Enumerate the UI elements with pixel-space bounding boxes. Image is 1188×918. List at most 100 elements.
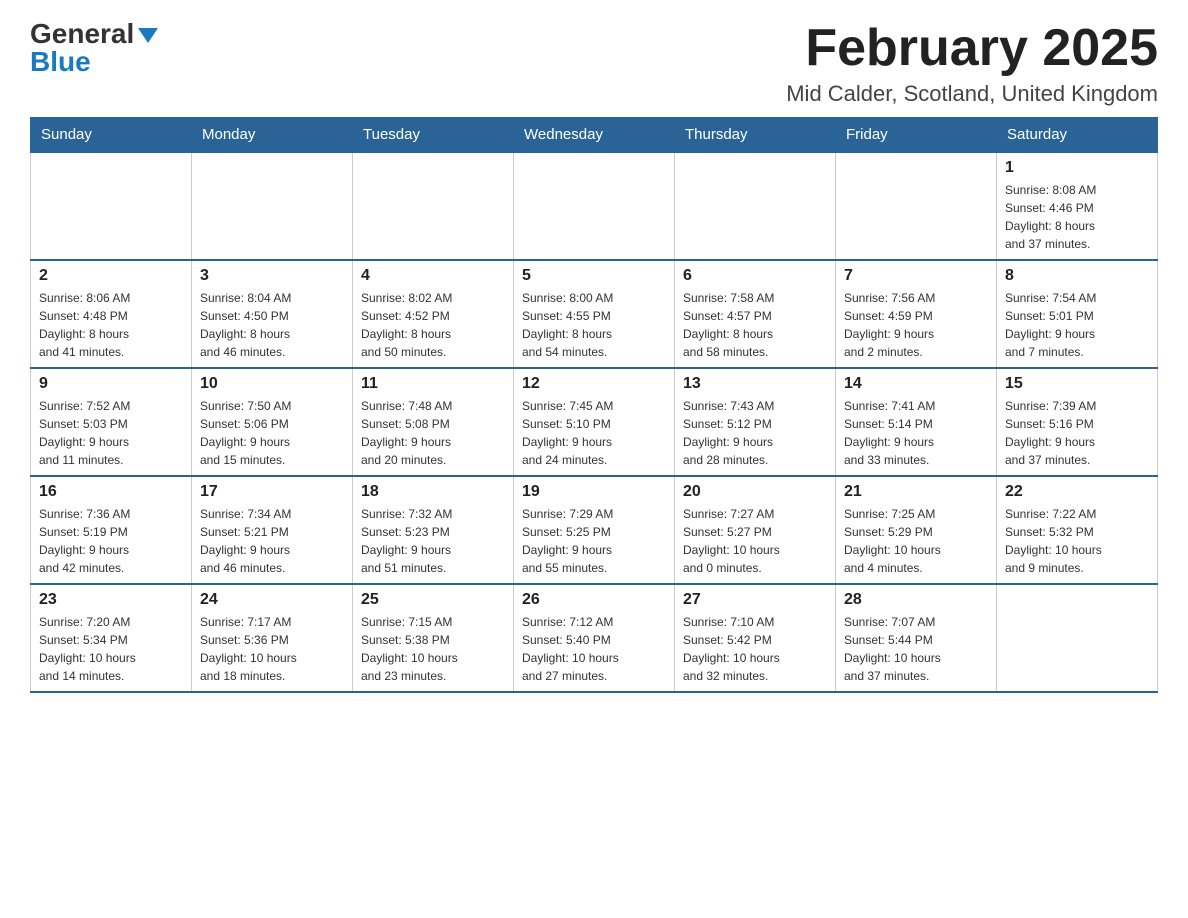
logo: General Blue [30,20,158,76]
logo-blue-text: Blue [30,48,158,76]
calendar-cell: 26Sunrise: 7:12 AM Sunset: 5:40 PM Dayli… [514,584,675,692]
calendar-cell [192,152,353,260]
calendar-cell: 18Sunrise: 7:32 AM Sunset: 5:23 PM Dayli… [353,476,514,584]
day-number: 7 [844,267,988,285]
logo-triangle-icon [138,28,158,43]
calendar-cell: 4 Sunrise: 8:02 AM Sunset: 4:52 PM Daylig… [353,260,514,368]
calendar-cell [514,152,675,260]
day-number: 23 [39,591,183,609]
calendar-cell [353,152,514,260]
day-info: Sunrise: 7:34 AM Sunset: 5:21 PM Dayligh… [200,505,344,577]
day-info: Sunrise: 7:25 AM Sunset: 5:29 PM Dayligh… [844,505,988,577]
day-info: Sunrise: 7:12 AM Sunset: 5:40 PM Dayligh… [522,613,666,685]
day-info: Sunrise: 8:04 AM Sunset: 4:50 PM Dayligh… [200,289,344,361]
day-number: 5 [522,267,666,285]
calendar-week-row: 9 Sunrise: 7:52 AM Sunset: 5:03 PM Daylig… [31,368,1158,476]
day-info: Sunrise: 7:36 AM Sunset: 5:19 PM Dayligh… [39,505,183,577]
calendar-cell: 1Sunrise: 8:08 AM Sunset: 4:46 PM Daylig… [997,152,1158,260]
calendar-cell: 20 Sunrise: 7:27 AM Sunset: 5:27 PM Dayli… [675,476,836,584]
day-info: Sunrise: 7:48 AM Sunset: 5:08 PM Dayligh… [361,397,505,469]
day-of-week-header: Saturday [997,118,1158,153]
day-info: Sunrise: 7:50 AM Sunset: 5:06 PM Dayligh… [200,397,344,469]
calendar-cell: 28 Sunrise: 7:07 AM Sunset: 5:44 PM Dayli… [836,584,997,692]
location-title: Mid Calder, Scotland, United Kingdom [786,81,1158,107]
day-number: 18 [361,483,505,501]
day-number: 28 [844,591,988,609]
calendar-cell: 17 Sunrise: 7:34 AM Sunset: 5:21 PM Dayli… [192,476,353,584]
calendar-cell: 15Sunrise: 7:39 AM Sunset: 5:16 PM Dayli… [997,368,1158,476]
day-number: 2 [39,267,183,285]
day-info: Sunrise: 8:06 AM Sunset: 4:48 PM Dayligh… [39,289,183,361]
calendar-cell: 9 Sunrise: 7:52 AM Sunset: 5:03 PM Daylig… [31,368,192,476]
calendar-week-row: 2 Sunrise: 8:06 AM Sunset: 4:48 PM Daylig… [31,260,1158,368]
day-of-week-header: Friday [836,118,997,153]
calendar-cell: 12 Sunrise: 7:45 AM Sunset: 5:10 PM Dayli… [514,368,675,476]
day-info: Sunrise: 7:45 AM Sunset: 5:10 PM Dayligh… [522,397,666,469]
page-header: General Blue February 2025 Mid Calder, S… [30,20,1158,107]
month-title: February 2025 [786,20,1158,77]
day-info: Sunrise: 7:54 AM Sunset: 5:01 PM Dayligh… [1005,289,1149,361]
day-info: Sunrise: 8:02 AM Sunset: 4:52 PM Dayligh… [361,289,505,361]
day-number: 20 [683,483,827,501]
day-number: 10 [200,375,344,393]
day-info: Sunrise: 7:52 AM Sunset: 5:03 PM Dayligh… [39,397,183,469]
day-info: Sunrise: 7:27 AM Sunset: 5:27 PM Dayligh… [683,505,827,577]
day-info: Sunrise: 7:29 AM Sunset: 5:25 PM Dayligh… [522,505,666,577]
day-number: 25 [361,591,505,609]
day-number: 17 [200,483,344,501]
calendar-week-row: 23 Sunrise: 7:20 AM Sunset: 5:34 PM Dayli… [31,584,1158,692]
day-number: 6 [683,267,827,285]
calendar-cell: 3 Sunrise: 8:04 AM Sunset: 4:50 PM Daylig… [192,260,353,368]
day-number: 19 [522,483,666,501]
day-info: Sunrise: 7:07 AM Sunset: 5:44 PM Dayligh… [844,613,988,685]
day-number: 4 [361,267,505,285]
calendar-cell: 19 Sunrise: 7:29 AM Sunset: 5:25 PM Dayli… [514,476,675,584]
day-info: Sunrise: 7:17 AM Sunset: 5:36 PM Dayligh… [200,613,344,685]
day-number: 8 [1005,267,1149,285]
day-of-week-header: Wednesday [514,118,675,153]
day-info: Sunrise: 7:15 AM Sunset: 5:38 PM Dayligh… [361,613,505,685]
day-number: 24 [200,591,344,609]
day-of-week-header: Sunday [31,118,192,153]
calendar-cell [836,152,997,260]
day-number: 9 [39,375,183,393]
day-number: 1 [1005,159,1149,177]
calendar-cell: 11 Sunrise: 7:48 AM Sunset: 5:08 PM Dayli… [353,368,514,476]
day-of-week-header: Thursday [675,118,836,153]
calendar-week-row: 16Sunrise: 7:36 AM Sunset: 5:19 PM Dayli… [31,476,1158,584]
day-number: 27 [683,591,827,609]
calendar-cell [675,152,836,260]
day-number: 3 [200,267,344,285]
day-number: 21 [844,483,988,501]
calendar-cell: 23 Sunrise: 7:20 AM Sunset: 5:34 PM Dayli… [31,584,192,692]
calendar-cell: 24 Sunrise: 7:17 AM Sunset: 5:36 PM Dayli… [192,584,353,692]
day-info: Sunrise: 7:41 AM Sunset: 5:14 PM Dayligh… [844,397,988,469]
day-of-week-header: Tuesday [353,118,514,153]
day-number: 13 [683,375,827,393]
day-number: 12 [522,375,666,393]
calendar-cell: 5 Sunrise: 8:00 AM Sunset: 4:55 PM Daylig… [514,260,675,368]
title-section: February 2025 Mid Calder, Scotland, Unit… [786,20,1158,107]
day-info: Sunrise: 7:58 AM Sunset: 4:57 PM Dayligh… [683,289,827,361]
day-number: 15 [1005,375,1149,393]
day-info: Sunrise: 7:20 AM Sunset: 5:34 PM Dayligh… [39,613,183,685]
calendar-header-row: SundayMondayTuesdayWednesdayThursdayFrid… [31,118,1158,153]
logo-general-text: General [30,20,134,48]
calendar-cell: 7Sunrise: 7:56 AM Sunset: 4:59 PM Daylig… [836,260,997,368]
day-info: Sunrise: 7:10 AM Sunset: 5:42 PM Dayligh… [683,613,827,685]
day-info: Sunrise: 7:43 AM Sunset: 5:12 PM Dayligh… [683,397,827,469]
calendar-cell: 22Sunrise: 7:22 AM Sunset: 5:32 PM Dayli… [997,476,1158,584]
day-of-week-header: Monday [192,118,353,153]
calendar-cell: 13 Sunrise: 7:43 AM Sunset: 5:12 PM Dayli… [675,368,836,476]
day-number: 11 [361,375,505,393]
calendar-cell: 14 Sunrise: 7:41 AM Sunset: 5:14 PM Dayli… [836,368,997,476]
calendar-cell: 27 Sunrise: 7:10 AM Sunset: 5:42 PM Dayli… [675,584,836,692]
calendar-cell [997,584,1158,692]
calendar-cell: 2 Sunrise: 8:06 AM Sunset: 4:48 PM Daylig… [31,260,192,368]
day-info: Sunrise: 8:00 AM Sunset: 4:55 PM Dayligh… [522,289,666,361]
calendar-cell: 21 Sunrise: 7:25 AM Sunset: 5:29 PM Dayli… [836,476,997,584]
calendar-cell: 6 Sunrise: 7:58 AM Sunset: 4:57 PM Daylig… [675,260,836,368]
calendar-cell [31,152,192,260]
day-number: 14 [844,375,988,393]
calendar-table: SundayMondayTuesdayWednesdayThursdayFrid… [30,117,1158,693]
